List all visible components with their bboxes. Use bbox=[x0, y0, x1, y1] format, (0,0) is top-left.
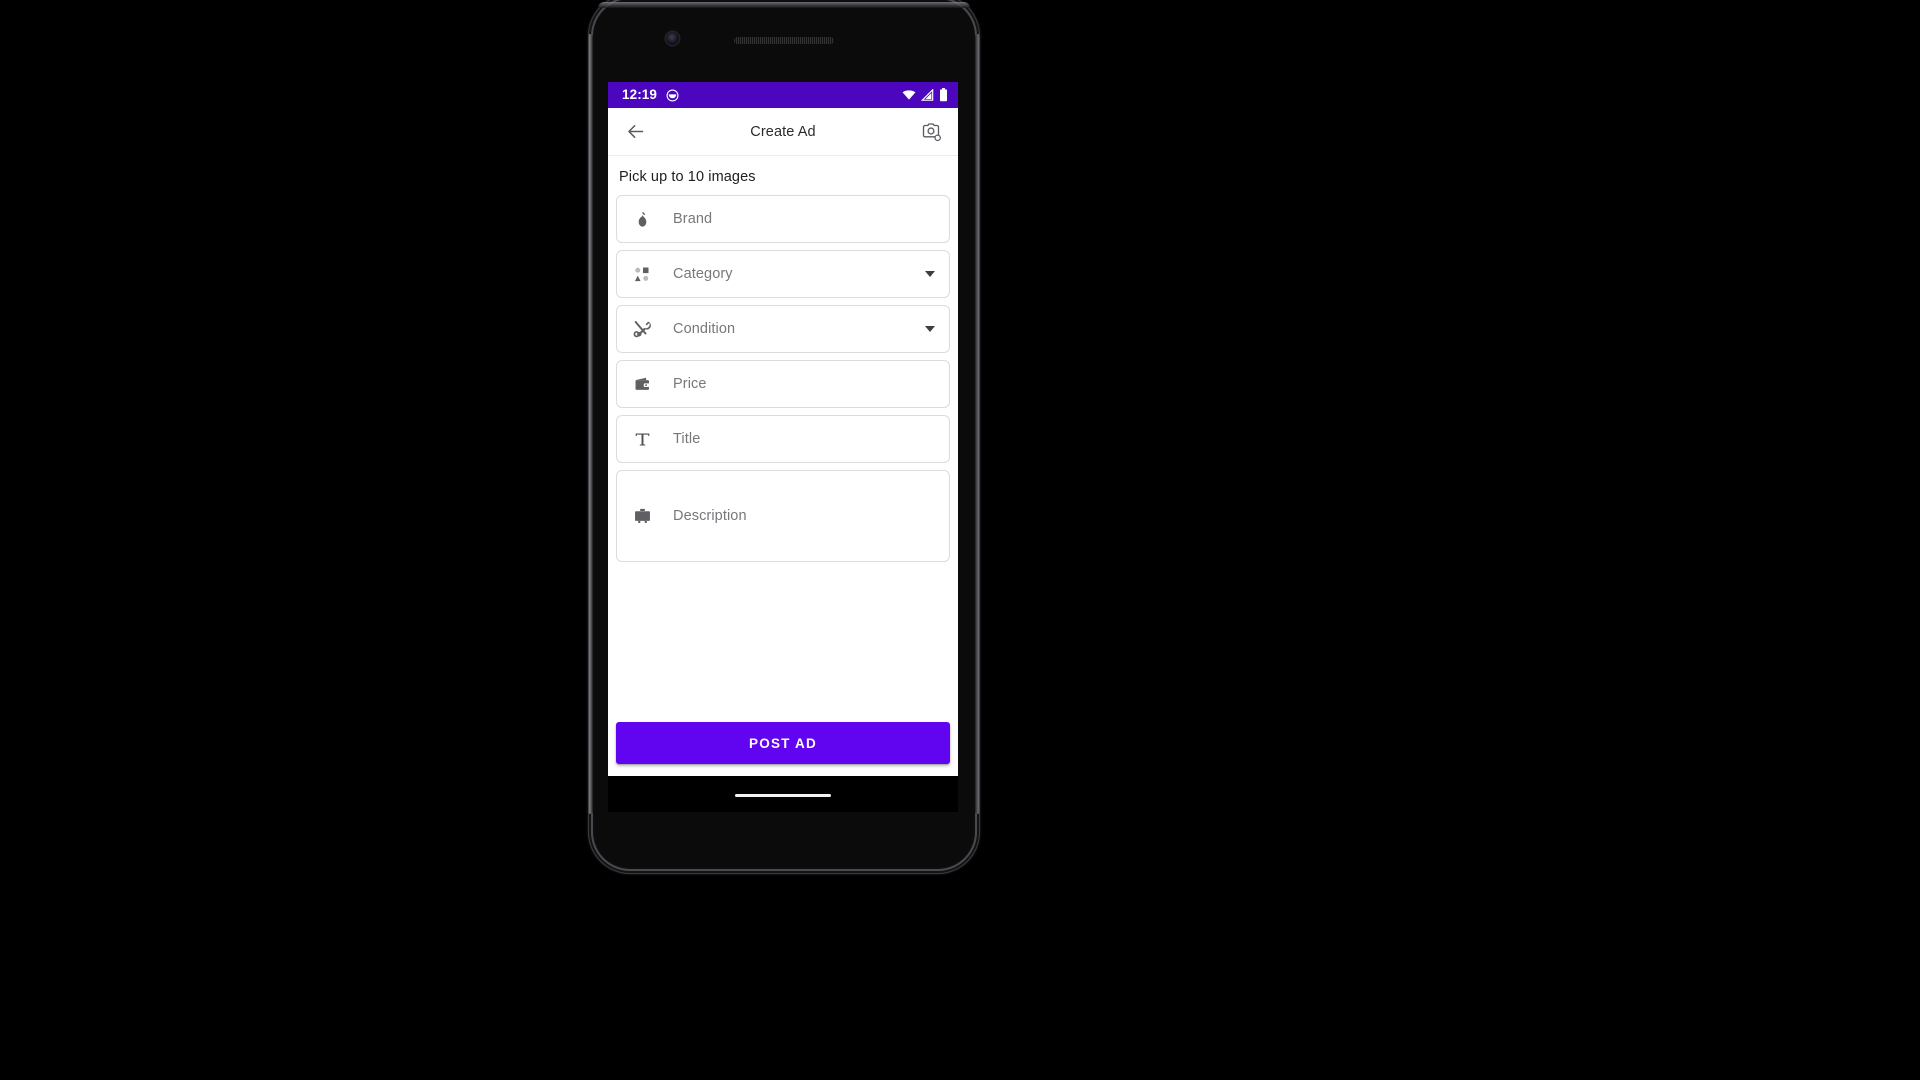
pear-brand-icon bbox=[631, 208, 653, 230]
field-category[interactable]: Category bbox=[616, 250, 950, 298]
field-price[interactable]: Price bbox=[616, 360, 950, 408]
field-title-placeholder: Title bbox=[673, 431, 701, 447]
earpiece-speaker-grille bbox=[734, 37, 834, 44]
notification-circle-icon bbox=[666, 89, 679, 102]
screenshot-stage: 12:19 Create Ad Pick up to 10 images Bra… bbox=[0, 0, 1920, 1080]
phone-top-bezel bbox=[598, 2, 970, 8]
status-bar-clock: 12:19 bbox=[622, 87, 658, 103]
add-a-photo-icon bbox=[921, 122, 941, 142]
category-shapes-icon bbox=[631, 263, 653, 285]
text-format-t-icon bbox=[631, 428, 653, 450]
field-category-placeholder: Category bbox=[673, 266, 733, 282]
phone-left-rail bbox=[588, 34, 593, 814]
add-photo-button[interactable] bbox=[916, 117, 946, 147]
letterbox-right bbox=[984, 0, 1920, 1080]
status-bar-left-icons bbox=[666, 89, 679, 102]
front-camera-icon bbox=[666, 32, 679, 45]
image-picker-label[interactable]: Pick up to 10 images bbox=[616, 156, 950, 195]
form-spacer bbox=[616, 569, 950, 722]
wallet-icon bbox=[631, 373, 653, 395]
back-button[interactable] bbox=[620, 117, 650, 147]
app-bar: Create Ad bbox=[608, 108, 958, 156]
arrow-back-icon bbox=[625, 121, 646, 142]
system-gesture-bar bbox=[608, 776, 958, 812]
status-bar: 12:19 bbox=[608, 82, 958, 108]
cellular-signal-icon bbox=[921, 89, 934, 101]
field-condition[interactable]: Condition bbox=[616, 305, 950, 353]
home-indicator[interactable] bbox=[735, 793, 831, 797]
field-description-placeholder: Description bbox=[673, 508, 747, 524]
handyman-tools-icon bbox=[631, 318, 653, 340]
field-brand-placeholder: Brand bbox=[673, 211, 713, 227]
field-title[interactable]: Title bbox=[616, 415, 950, 463]
letterbox-left bbox=[0, 0, 584, 1080]
page-title: Create Ad bbox=[750, 123, 816, 140]
chevron-down-icon[interactable] bbox=[925, 326, 935, 332]
post-ad-button[interactable]: POST AD bbox=[616, 722, 950, 764]
field-brand[interactable]: Brand bbox=[616, 195, 950, 243]
phone-device-frame: 12:19 Create Ad Pick up to 10 images Bra… bbox=[588, 0, 980, 874]
field-price-placeholder: Price bbox=[673, 376, 707, 392]
phone-right-rail bbox=[975, 34, 980, 814]
field-condition-placeholder: Condition bbox=[673, 321, 736, 337]
briefcase-icon bbox=[631, 505, 653, 527]
status-bar-right-icons bbox=[902, 88, 948, 102]
wifi-icon bbox=[902, 89, 916, 101]
chevron-down-icon[interactable] bbox=[925, 271, 935, 277]
app-screen: 12:19 Create Ad Pick up to 10 images Bra… bbox=[608, 82, 958, 776]
field-description[interactable]: Description bbox=[616, 470, 950, 562]
battery-icon bbox=[939, 88, 948, 102]
create-ad-form: Pick up to 10 images Brand Category Cond… bbox=[608, 156, 958, 776]
